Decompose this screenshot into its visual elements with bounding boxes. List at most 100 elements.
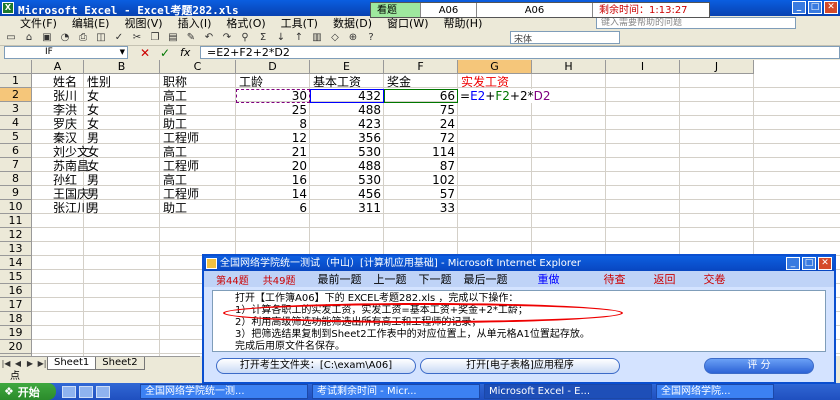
drawing-icon[interactable]: ◇ [328, 32, 342, 44]
table-cell-bonus[interactable]: 72 [384, 131, 458, 145]
zoom-icon[interactable]: ⊕ [346, 32, 360, 44]
menu-file[interactable]: 文件(F) [20, 15, 57, 31]
open-folder-button[interactable]: 打开考生文件夹：[C:\exam\A06] [216, 358, 416, 374]
sort-asc-icon[interactable]: ↓ [274, 32, 288, 44]
column-header-a[interactable]: A [32, 60, 84, 74]
paste-icon[interactable]: ▤ [166, 32, 180, 44]
sort-desc-icon[interactable]: ↑ [292, 32, 306, 44]
table-cell-bonus[interactable]: 33 [384, 201, 458, 215]
permission-icon[interactable]: ◔ [58, 32, 72, 44]
table-cell-gender[interactable]: 女 [84, 159, 160, 173]
table-cell-bonus[interactable]: 57 [384, 187, 458, 201]
first-question-button[interactable]: 最前一题 [317, 271, 361, 287]
row-header-6[interactable]: 6 [0, 144, 32, 158]
table-cell-title[interactable]: 工程师 [160, 159, 236, 173]
dialog-maximize-button[interactable]: □ [802, 257, 816, 270]
table-cell-gender[interactable]: 女 [84, 145, 160, 159]
column-header-e[interactable]: E [310, 60, 384, 74]
column-header-j[interactable]: J [680, 60, 754, 74]
tab-sheet1[interactable]: Sheet1 [47, 357, 97, 370]
row-header-1[interactable]: 1 [0, 74, 32, 88]
row-header-5[interactable]: 5 [0, 130, 32, 144]
table-cell-bonus[interactable]: 24 [384, 117, 458, 131]
column-header-g[interactable]: G [458, 60, 532, 74]
table-cell-title[interactable]: 助工 [160, 201, 236, 215]
next-question-button[interactable]: 下一题 [418, 271, 451, 287]
row-header-18[interactable]: 18 [0, 312, 32, 326]
active-cell-g2[interactable]: =E2+F2+2*D2 [458, 89, 551, 103]
insert-function-icon[interactable]: fx [180, 46, 190, 59]
menu-insert[interactable]: 插入(I) [178, 15, 212, 31]
table-cell-years[interactable]: 21 [236, 145, 310, 159]
table-cell-title[interactable]: 高工 [160, 89, 236, 103]
desktop-quick-icon[interactable] [79, 385, 93, 398]
table-cell-name[interactable]: 刘少文 [50, 145, 89, 159]
row-header-9[interactable]: 9 [0, 186, 32, 200]
dialog-minimize-button[interactable]: _ [786, 257, 800, 270]
row-header-13[interactable]: 13 [0, 242, 32, 256]
table-cell-gender[interactable]: 女 [84, 103, 160, 117]
table-cell-name[interactable]: 张江川 [50, 201, 89, 215]
table-cell-gender[interactable]: 女 [84, 117, 160, 131]
table-cell-years[interactable]: 14 [236, 187, 310, 201]
mark-button[interactable]: 待查 [603, 271, 625, 287]
header-cell-actual[interactable]: 实发工资 [458, 75, 532, 89]
menu-data[interactable]: 数据(D) [333, 15, 372, 31]
table-cell-base[interactable]: 423 [310, 117, 384, 131]
row-header-4[interactable]: 4 [0, 116, 32, 130]
open-app-button[interactable]: 打开[电子表格]应用程序 [420, 358, 620, 374]
table-cell-name[interactable]: 孙红 [50, 173, 84, 187]
taskbar-item-other[interactable]: 全国网络学院... [656, 384, 774, 399]
table-cell-base[interactable]: 530 [310, 145, 384, 159]
header-cell-gender[interactable]: 性别 [84, 75, 160, 89]
table-cell-years[interactable]: 6 [236, 201, 310, 215]
table-cell-years[interactable]: 16 [236, 173, 310, 187]
spelling-icon[interactable]: ✓ [112, 32, 126, 44]
table-cell-base[interactable]: 488 [310, 159, 384, 173]
row-header-7[interactable]: 7 [0, 158, 32, 172]
table-cell-name[interactable]: 秦汉 [50, 131, 84, 145]
redo-icon[interactable]: ↷ [220, 32, 234, 44]
score-button[interactable]: 评 分 [704, 358, 814, 374]
column-header-d[interactable]: D [236, 60, 310, 74]
row-header-17[interactable]: 17 [0, 298, 32, 312]
table-cell-years[interactable]: 8 [236, 117, 310, 131]
column-header-c[interactable]: C [160, 60, 236, 74]
table-cell-base[interactable]: 456 [310, 187, 384, 201]
row-header-16[interactable]: 16 [0, 284, 32, 298]
row-header-15[interactable]: 15 [0, 270, 32, 284]
close-button[interactable]: ✕ [824, 1, 838, 14]
open-icon[interactable]: ⌂ [22, 32, 36, 44]
table-cell-bonus[interactable]: 102 [384, 173, 458, 187]
ie-quick-icon[interactable] [62, 385, 76, 398]
header-cell-bonus[interactable]: 奖金 [384, 75, 458, 89]
menu-edit[interactable]: 编辑(E) [72, 15, 110, 31]
table-cell-bonus[interactable]: 114 [384, 145, 458, 159]
prev-sheet-icon[interactable]: ◀ [12, 359, 24, 368]
table-cell-gender[interactable]: 男 [84, 173, 160, 187]
table-cell-title[interactable]: 高工 [160, 103, 236, 117]
table-cell-gender[interactable]: 男 [84, 187, 160, 201]
media-quick-icon[interactable] [96, 385, 110, 398]
taskbar-item-timer[interactable]: 考试剩余时间 - Micr... [312, 384, 480, 399]
next-sheet-icon[interactable]: ▶ [24, 359, 36, 368]
maximize-button[interactable]: □ [808, 1, 822, 14]
print-icon[interactable]: ⎙ [76, 32, 90, 44]
table-cell-name[interactable]: 苏南昌 [50, 159, 89, 173]
cut-icon[interactable]: ✂ [130, 32, 144, 44]
undo-icon[interactable]: ↶ [202, 32, 216, 44]
help-search-input[interactable]: 键入需要帮助的问题 [596, 17, 796, 29]
table-cell-base[interactable]: 311 [310, 201, 384, 215]
table-cell-gender[interactable]: 女 [84, 89, 160, 103]
prev-question-button[interactable]: 上一题 [373, 271, 406, 287]
menu-tools[interactable]: 工具(T) [281, 15, 318, 31]
table-cell-bonus[interactable]: 75 [384, 103, 458, 117]
back-button[interactable]: 返回 [653, 271, 675, 287]
header-cell-title[interactable]: 职称 [160, 75, 236, 89]
preview-icon[interactable]: ◫ [94, 32, 108, 44]
row-header-11[interactable]: 11 [0, 214, 32, 228]
column-header-f[interactable]: F [384, 60, 458, 74]
table-cell-title[interactable]: 助工 [160, 117, 236, 131]
formula-input[interactable]: =E2+F2+2*D2 [200, 46, 840, 59]
column-header-i[interactable]: I [606, 60, 680, 74]
